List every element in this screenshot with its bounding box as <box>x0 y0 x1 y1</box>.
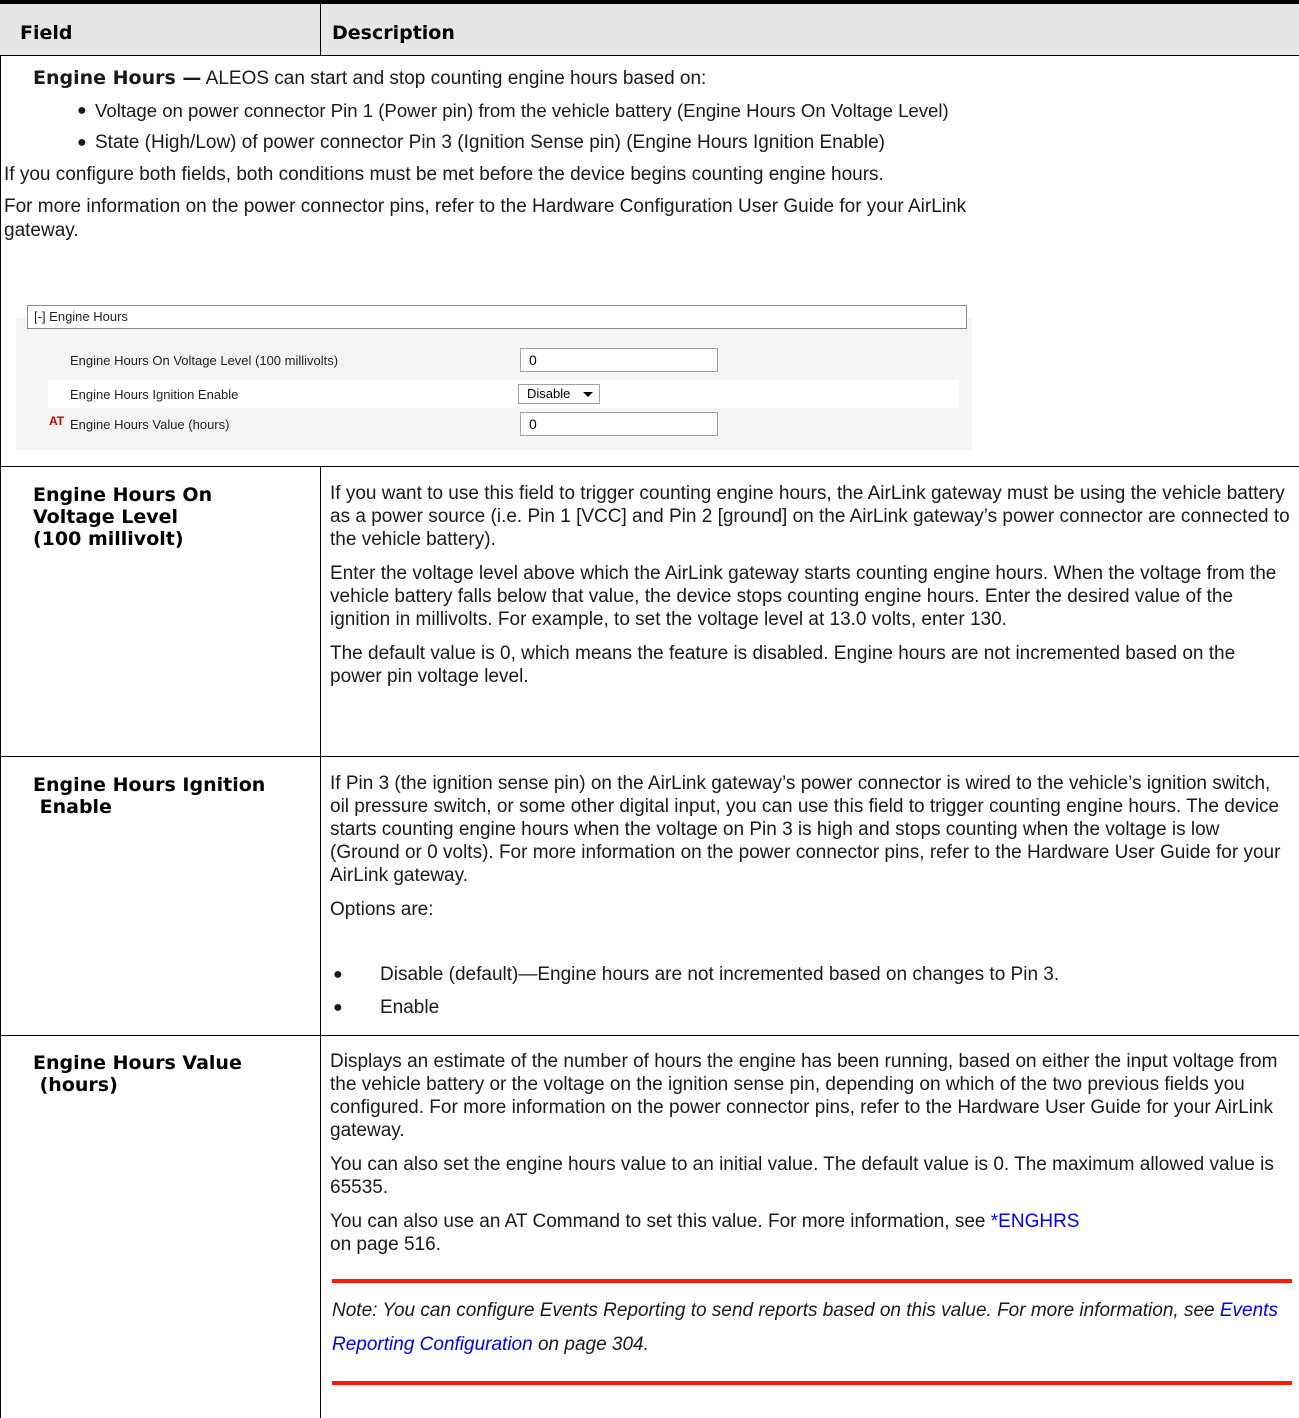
intro-lead: Engine Hours — ALEOS can start and stop … <box>33 66 706 91</box>
field-line: Enable <box>33 796 112 818</box>
at-command-page: on page 516. <box>330 1234 441 1255</box>
table-left-border <box>0 56 1 1418</box>
field-voltage-level: Engine Hours On Voltage Level (100 milli… <box>33 484 212 550</box>
bullet-icon: ● <box>333 966 343 983</box>
header-description: Description <box>332 22 455 44</box>
section-header-engine-hours[interactable]: [-] Engine Hours <box>27 305 967 329</box>
bullet-icon: ● <box>333 999 343 1016</box>
field-line: (hours) <box>33 1074 118 1096</box>
select-value: Disable <box>527 386 571 401</box>
description-paragraph: If Pin 3 (the ignition sense pin) on the… <box>330 773 1281 886</box>
note-block: Note: You can configure Events Reporting… <box>332 1294 1292 1362</box>
description-voltage-level: If you want to use this field to trigger… <box>330 482 1290 688</box>
description-paragraph: Enter the voltage level above which the … <box>330 563 1277 630</box>
note-text: Note: You can configure Events Reporting… <box>332 1300 1220 1321</box>
table-column-divider <box>320 466 321 1418</box>
description-ignition-enable: If Pin 3 (the ignition sense pin) on the… <box>330 772 1290 921</box>
field-line: (100 millivolt) <box>33 528 184 550</box>
setting-label: Engine Hours Ignition Enable <box>70 387 239 402</box>
description-paragraph: Options are: <box>330 899 434 920</box>
bullet-icon: ● <box>77 134 87 151</box>
intro-lead-text: ALEOS can start and stop counting engine… <box>201 68 707 89</box>
voltage-level-input[interactable]: 0 <box>520 348 718 372</box>
note-bottom-rule <box>332 1381 1292 1385</box>
description-paragraph-at-command: You can also use an AT Command to set th… <box>330 1210 1290 1256</box>
note-top-rule <box>332 1279 1292 1283</box>
intro-bullet-1: Voltage on power connector Pin 1 (Power … <box>95 100 949 121</box>
note-page: on page 304. <box>532 1334 649 1355</box>
table-header: Field Description <box>0 4 1299 56</box>
description-paragraph: Displays an estimate of the number of ho… <box>330 1051 1278 1141</box>
chevron-down-icon <box>583 392 593 397</box>
field-hours-value: Engine Hours Value (hours) <box>33 1052 242 1096</box>
description-paragraph: You can also set the engine hours value … <box>330 1154 1274 1198</box>
description-paragraph: The default value is 0, which means the … <box>330 643 1236 687</box>
setting-row-hours-value: Engine Hours Value (hours) <box>48 410 959 438</box>
description-paragraph: If you want to use this field to trigger… <box>330 483 1290 550</box>
intro-para-2-line-2: gateway. <box>4 220 79 241</box>
field-line: Engine Hours Ignition <box>33 774 266 796</box>
enghrs-link[interactable]: *ENGHRS <box>991 1211 1080 1232</box>
intro-para-1: If you configure both fields, both condi… <box>4 164 884 185</box>
row-divider <box>0 1035 1299 1036</box>
field-ignition-enable: Engine Hours Ignition Enable <box>33 774 265 818</box>
hours-value-input[interactable]: 0 <box>520 412 718 436</box>
intro-para-2-line-1: For more information on the power connec… <box>4 196 967 217</box>
row-divider <box>0 466 1299 467</box>
field-line: Voltage Level <box>33 506 179 528</box>
intro-lead-bold: Engine Hours — <box>33 67 202 89</box>
intro-bullet-2: State (High/Low) of power connector Pin … <box>95 132 885 153</box>
at-command-badge: AT <box>49 414 65 428</box>
option-disable: Disable (default)—Engine hours are not i… <box>380 964 1060 985</box>
field-line: Engine Hours On <box>33 484 213 506</box>
header-divider <box>320 4 321 56</box>
row-divider <box>0 756 1299 757</box>
setting-label: Engine Hours Value (hours) <box>70 417 230 432</box>
at-command-text: You can also use an AT Command to set th… <box>330 1211 991 1232</box>
bullet-icon: ● <box>77 102 87 119</box>
ignition-enable-select[interactable]: Disable <box>518 384 600 404</box>
header-field: Field <box>20 22 73 44</box>
description-hours-value: Displays an estimate of the number of ho… <box>330 1050 1290 1256</box>
setting-row-voltage-level: Engine Hours On Voltage Level (100 milli… <box>48 346 959 374</box>
option-enable: Enable <box>380 997 440 1018</box>
setting-row-ignition-enable: Engine Hours Ignition Enable <box>48 380 959 408</box>
setting-label: Engine Hours On Voltage Level (100 milli… <box>70 353 339 368</box>
field-line: Engine Hours Value <box>33 1052 242 1074</box>
document-page: Field Description Engine Hours — ALEOS c… <box>0 0 1299 1418</box>
